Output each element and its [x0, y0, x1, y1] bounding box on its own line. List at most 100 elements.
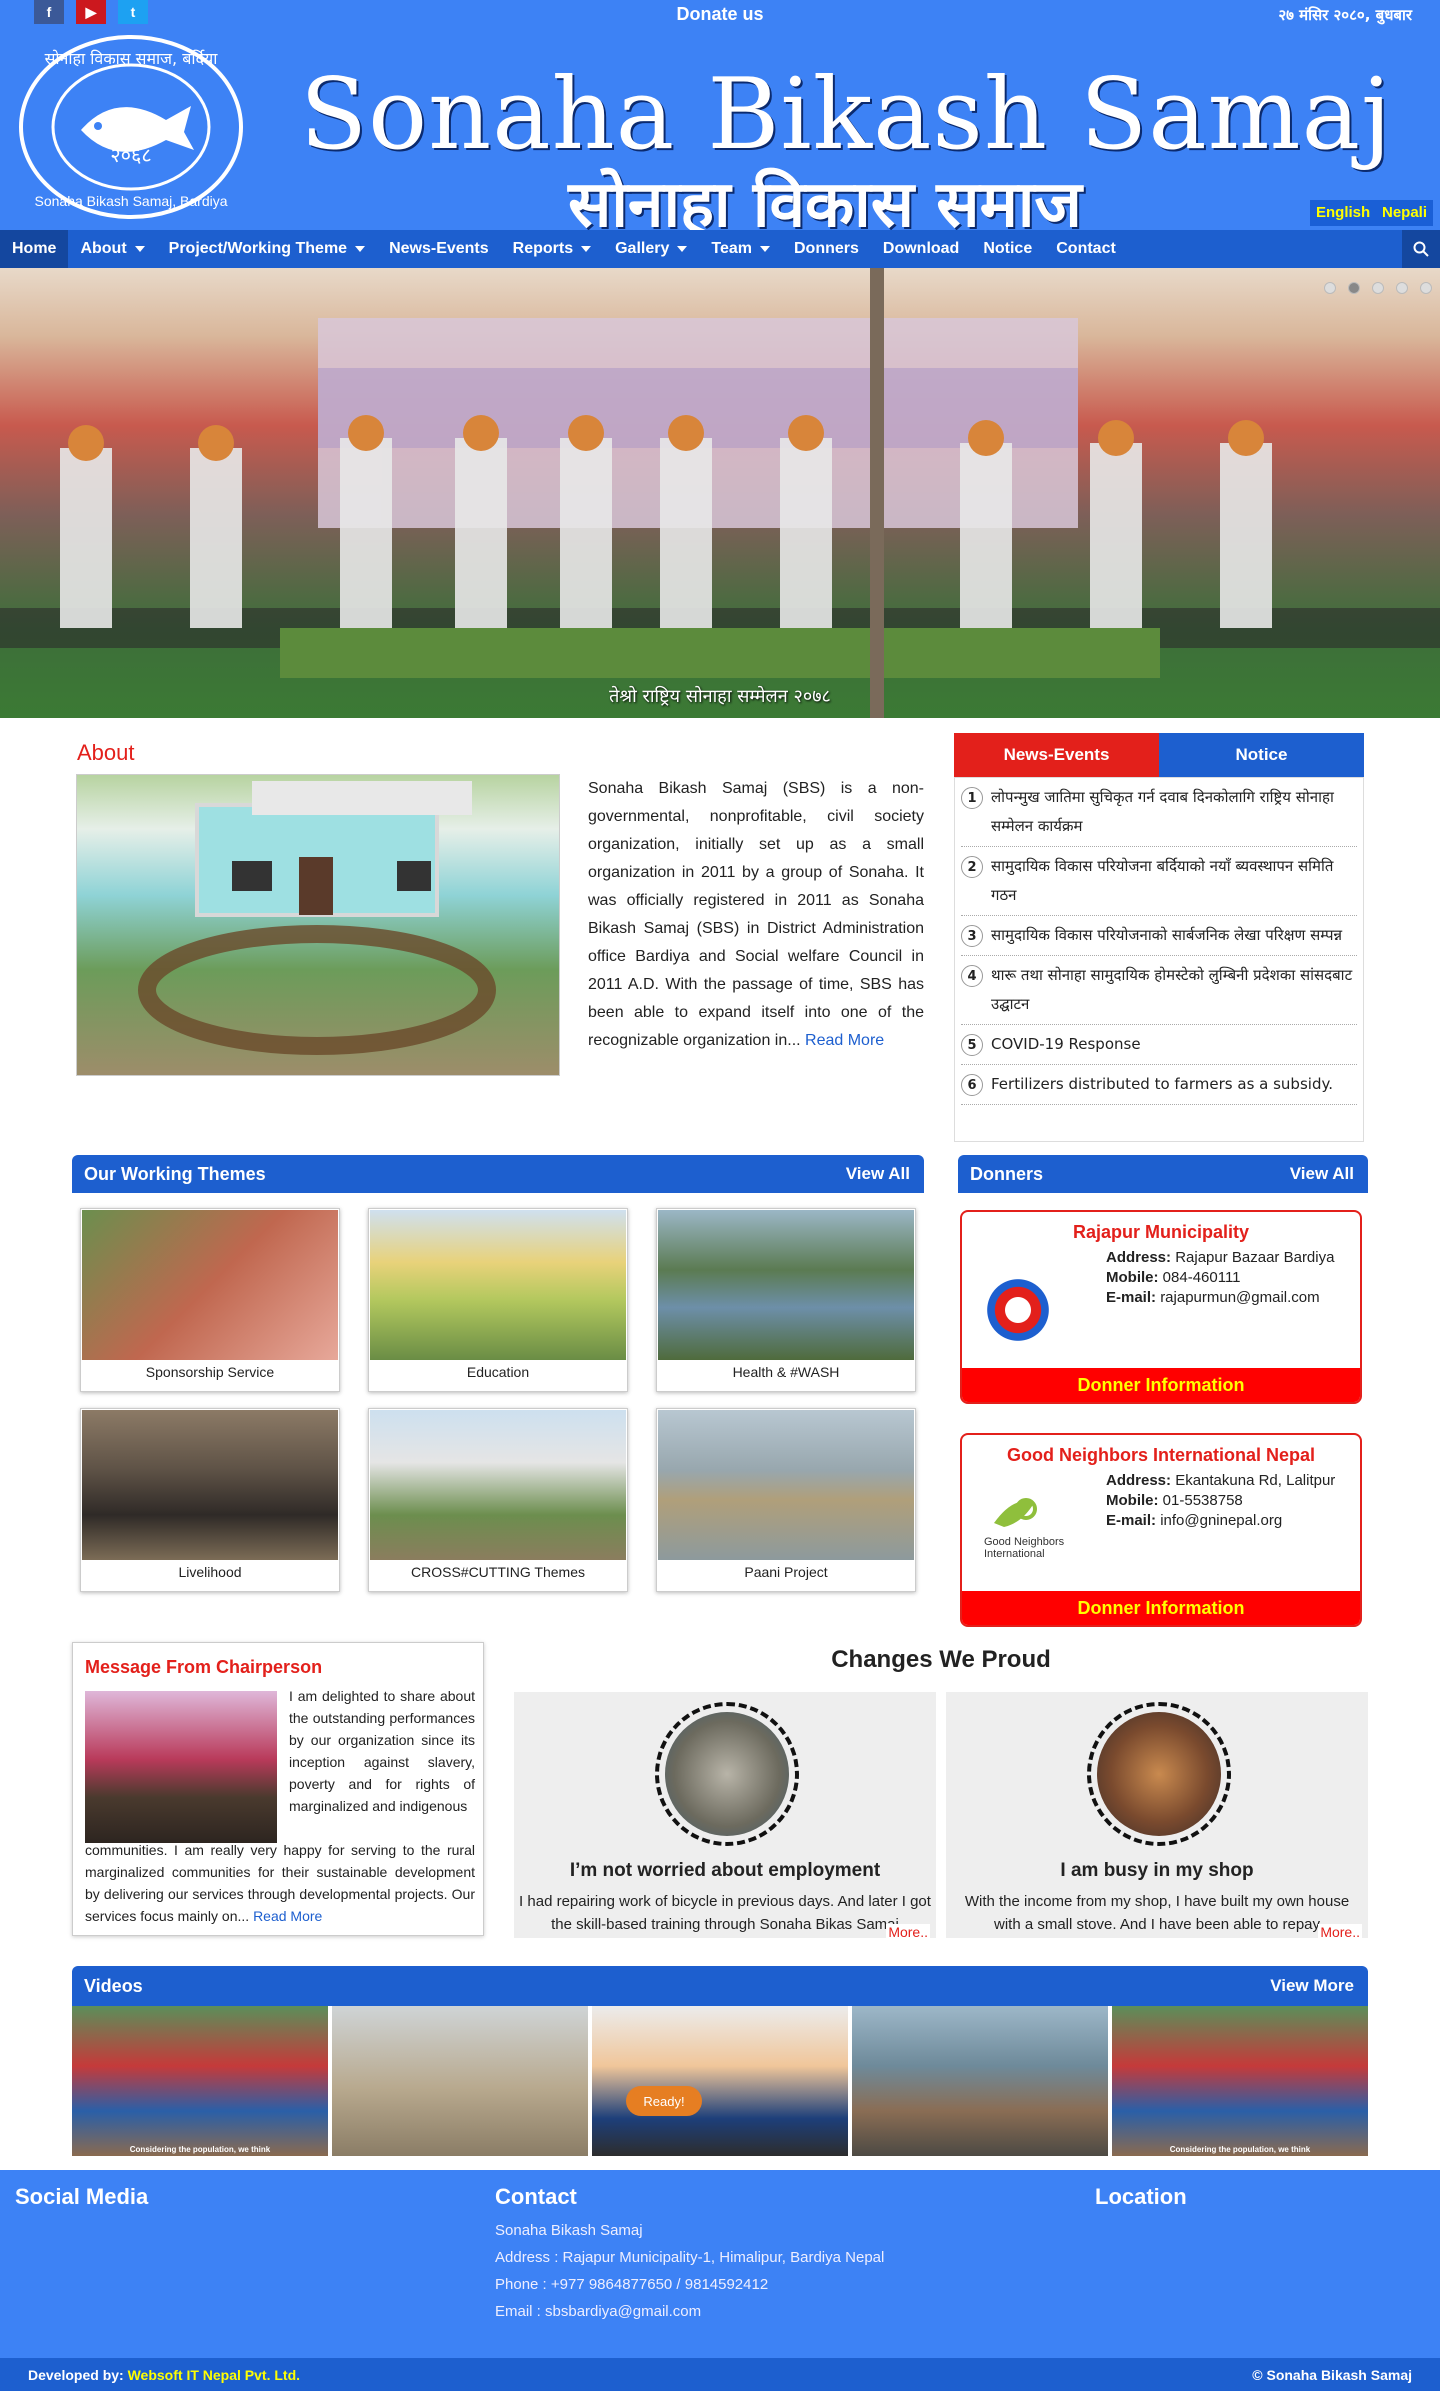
address-label: Address: [1106, 1472, 1172, 1489]
theme-label[interactable]: Education [369, 1364, 627, 1380]
theme-image[interactable] [370, 1410, 626, 1560]
hero-slider[interactable]: तेश्रो राष्ट्रिय सोनाहा सम्मेलन २०७८ [0, 268, 1440, 718]
video-thumbnail[interactable]: Considering the population, we think [1112, 2006, 1368, 2156]
donor-mobile: 01-5538758 [1162, 1492, 1243, 1509]
slider-dot[interactable] [1348, 282, 1360, 294]
news-item[interactable]: 3 सामुदायिक विकास परियोजनाको सार्बजनिक ले… [961, 916, 1357, 956]
working-themes-heading: Our Working Themes [84, 1163, 266, 1184]
story-title: I’m not worried about employment [569, 1860, 881, 1881]
news-title[interactable]: सामुदायिक विकास परियोजना बर्दियाको नयाँ … [991, 852, 1357, 910]
theme-label[interactable]: Sponsorship Service [81, 1364, 339, 1380]
chairperson-read-more-link[interactable]: Read More [253, 1908, 322, 1924]
nav-item-download[interactable]: Download [871, 230, 971, 268]
donor-information-button[interactable]: Donner Information [962, 1591, 1360, 1625]
chevron-down-icon [581, 245, 592, 252]
news-title[interactable]: सामुदायिक विकास परियोजनाको सार्बजनिक लेख… [991, 921, 1342, 950]
tab-news-events[interactable]: News-Events [954, 733, 1159, 777]
nav-item-team[interactable]: Team [699, 230, 782, 268]
news-item[interactable]: 5 COVID-19 Response [961, 1025, 1357, 1065]
nav-item-gallery[interactable]: Gallery [603, 230, 699, 268]
developer-link[interactable]: Websoft IT Nepal Pvt. Ltd. [128, 2367, 300, 2383]
slider-dot[interactable] [1324, 282, 1336, 294]
slider-dot[interactable] [1396, 282, 1408, 294]
theme-card[interactable]: CROSS#CUTTING Themes [368, 1408, 628, 1592]
main-navigation: Home About Project/Working Theme News-Event… [0, 230, 1440, 268]
donor-name: Rajapur Municipality [1072, 1222, 1250, 1242]
donners-heading: Donners [970, 1163, 1044, 1184]
theme-image[interactable] [82, 1210, 338, 1360]
nav-item-project-working-theme[interactable]: Project/Working Theme [157, 230, 377, 268]
news-number: 3 [961, 925, 983, 947]
donners-header: Donners View All [958, 1155, 1368, 1193]
donor-mobile: 084-460111 [1162, 1269, 1241, 1286]
story-more-link[interactable]: More.. [886, 1924, 930, 1940]
donor-information-button[interactable]: Donner Information [962, 1368, 1360, 1402]
news-item[interactable]: 2 सामुदायिक विकास परियोजना बर्दियाको नयाँ… [961, 847, 1357, 916]
theme-label[interactable]: CROSS#CUTTING Themes [369, 1564, 627, 1580]
tab-notice[interactable]: Notice [1159, 733, 1364, 777]
footer-phone: Phone : +977 9864877650 / 9814592412 [495, 2276, 769, 2293]
chevron-down-icon [134, 245, 145, 252]
site-header: २०६८ सोनाहा विकास समाज, बर्दिया Sonaha B… [0, 28, 1440, 242]
donor-card: Rajapur Municipality Address: Rajapur Ba… [960, 1210, 1362, 1404]
news-title[interactable]: COVID-19 Response [991, 1030, 1141, 1059]
nav-item-news-events[interactable]: News-Events [377, 230, 501, 268]
story-more-link[interactable]: More.. [1318, 1924, 1362, 1940]
news-item[interactable]: 4 थारू तथा सोनाहा सामुदायिक होमस्टेको लुम… [961, 956, 1357, 1025]
slider-dot[interactable] [1372, 282, 1384, 294]
theme-label[interactable]: Paani Project [657, 1564, 915, 1580]
theme-image[interactable] [370, 1210, 626, 1360]
theme-label[interactable]: Livelihood [81, 1564, 339, 1580]
logo-year: २०६८ [110, 143, 152, 167]
video-thumbnail[interactable] [332, 2006, 588, 2156]
theme-card[interactable]: Sponsorship Service [80, 1208, 340, 1392]
theme-image[interactable] [82, 1410, 338, 1560]
language-nepali-button[interactable]: Nepali [1376, 200, 1434, 226]
about-read-more-link[interactable]: Read More [805, 1032, 884, 1049]
donate-link[interactable]: Donate us [0, 4, 1440, 25]
videos-heading: Videos [84, 1975, 143, 1996]
theme-image[interactable] [658, 1210, 914, 1360]
organization-logo[interactable]: २०६८ सोनाहा विकास समाज, बर्दिया Sonaha B… [16, 34, 246, 220]
news-item[interactable]: 1 लोपन्मुख जातिमा सुचिकृत गर्न दवाब दिनको… [961, 778, 1357, 847]
video-thumbnail[interactable] [852, 2006, 1108, 2156]
theme-card[interactable]: Livelihood [80, 1408, 340, 1592]
videos-view-more-link[interactable]: View More [1270, 1976, 1354, 1996]
slider-image [0, 268, 1440, 718]
news-title[interactable]: थारू तथा सोनाहा सामुदायिक होमस्टेको लुम्… [991, 961, 1357, 1019]
slider-dot[interactable] [1420, 282, 1432, 294]
theme-label[interactable]: Health & #WASH [657, 1364, 915, 1380]
video-thumbnail[interactable]: Considering the population, we think [72, 2006, 328, 2156]
language-english-button[interactable]: English [1310, 200, 1377, 226]
theme-card[interactable]: Paani Project [656, 1408, 916, 1592]
donners-view-all-link[interactable]: View All [1290, 1164, 1354, 1184]
video-thumbnail[interactable]: Ready! [592, 2006, 848, 2156]
news-title[interactable]: Fertilizers distributed to farmers as a … [991, 1070, 1333, 1099]
news-notice-tabs: News-Events Notice [954, 733, 1364, 777]
theme-image[interactable] [658, 1410, 914, 1560]
themes-view-all-link[interactable]: View All [846, 1164, 910, 1184]
search-button[interactable] [1402, 230, 1440, 268]
footer-email[interactable]: Email : sbsbardiya@gmail.com [495, 2303, 701, 2320]
news-title[interactable]: लोपन्मुख जातिमा सुचिकृत गर्न दवाब दिनकोल… [991, 783, 1357, 841]
news-list: 1 लोपन्मुख जातिमा सुचिकृत गर्न दवाब दिनको… [954, 777, 1364, 1142]
chairperson-heading: Message From Chairperson [85, 1657, 323, 1677]
address-label: Address: [1106, 1249, 1172, 1266]
video-overlay-badge: Ready! [626, 2086, 702, 2116]
nav-item-about[interactable]: About [68, 230, 156, 268]
chevron-down-icon [355, 245, 366, 252]
theme-card[interactable]: Health & #WASH [656, 1208, 916, 1392]
email-label: E-mail: [1106, 1289, 1157, 1306]
nav-item-contact[interactable]: Contact [1044, 230, 1128, 268]
nav-item-home[interactable]: Home [0, 230, 69, 268]
news-item[interactable]: 6 Fertilizers distributed to farmers as a… [961, 1065, 1357, 1105]
top-bar: f ▶ t Donate us २७ मंसिर २०८०, बुधबार [0, 0, 1440, 28]
nav-item-donners[interactable]: Donners [782, 230, 871, 268]
chairperson-text-continued: communities. I am really very happy for … [85, 1842, 475, 1924]
nav-item-reports[interactable]: Reports [501, 230, 603, 268]
theme-card[interactable]: Education [368, 1208, 628, 1392]
footer-location-heading: Location [1095, 2184, 1187, 2209]
changes-we-proud-heading: Changes We Proud [831, 1646, 1051, 1673]
nav-item-notice[interactable]: Notice [971, 230, 1044, 268]
site-title-english: Sonaha Bikash Samaj [300, 58, 1393, 172]
